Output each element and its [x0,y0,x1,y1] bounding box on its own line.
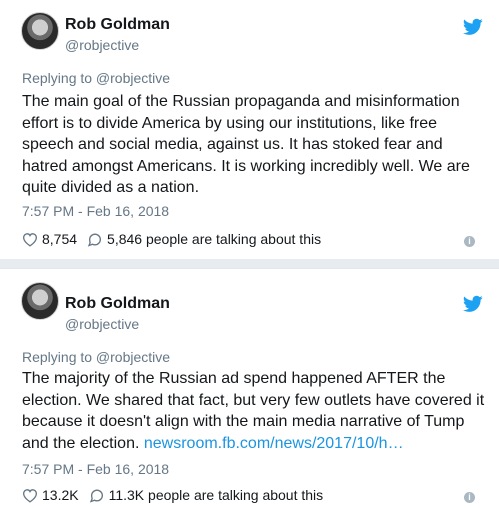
tweet-text-content: The main goal of the Russian propaganda … [22,93,470,196]
reply-button[interactable]: 5,846 people are talking about this [87,231,321,247]
twitter-bird-icon[interactable] [463,18,483,36]
author-name[interactable]: Rob Goldman [65,295,170,313]
like-button[interactable]: 13.2K [22,487,79,503]
tweet-timestamp[interactable]: 7:57 PM - Feb 16, 2018 [22,461,169,477]
speech-bubble-icon [89,488,103,503]
tweet-text: The main goal of the Russian propaganda … [22,91,487,199]
tweet-text: The majority of the Russian ad spend hap… [22,368,487,454]
info-icon[interactable]: i [464,492,475,503]
info-icon[interactable]: i [464,236,475,247]
replying-to[interactable]: Replying to @robjective [22,349,170,365]
like-count: 8,754 [42,231,78,247]
tweet-link[interactable]: newsroom.fb.com/news/2017/10/h… [144,435,404,452]
like-count: 13.2K [42,487,79,503]
tweet-timestamp[interactable]: 7:57 PM - Feb 16, 2018 [22,203,169,219]
replying-to[interactable]: Replying to @robjective [22,70,170,86]
heart-icon [22,232,38,247]
author-name[interactable]: Rob Goldman [65,16,170,34]
heart-icon [22,488,38,503]
speech-bubble-icon [87,232,102,247]
tweet-card: Rob Goldman @robjective Replying to @rob… [0,268,499,510]
like-button[interactable]: 8,754 [22,231,77,247]
reply-button[interactable]: 11.3K people are talking about this [89,487,324,503]
tweet-actions: 13.2K 11.3K people are talking about thi… [22,487,323,503]
tweet-actions: 8,754 5,846 people are talking about thi… [22,231,321,247]
twitter-bird-icon[interactable] [463,295,483,313]
author-handle[interactable]: @robjective [65,316,139,332]
author-handle[interactable]: @robjective [65,37,139,53]
avatar[interactable] [21,282,59,320]
tweet-card: Rob Goldman @robjective Replying to @rob… [0,0,499,259]
talking-about: 5,846 people are talking about this [107,231,322,247]
talking-about: 11.3K people are talking about this [108,487,324,503]
avatar[interactable] [21,12,59,50]
